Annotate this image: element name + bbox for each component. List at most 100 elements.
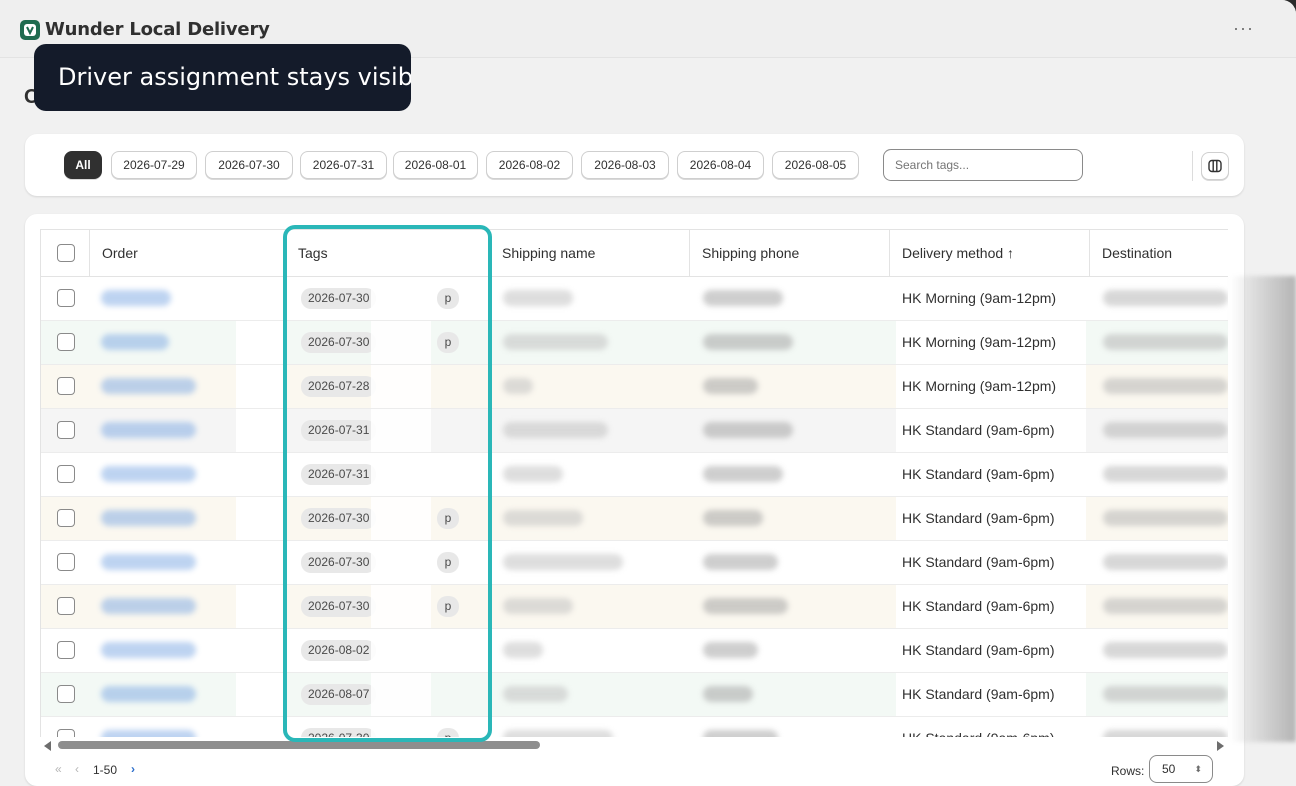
search-tags-input[interactable] (883, 149, 1083, 181)
table-header: Order Tags Shipping name Shipping phone … (41, 230, 1228, 277)
shipping-phone-redacted (703, 554, 778, 570)
row-checkbox[interactable] (57, 685, 75, 703)
app-title: Wunder Local Delivery (45, 19, 270, 40)
shipping-name-redacted (503, 334, 608, 350)
row-checkbox[interactable] (57, 509, 75, 527)
shipping-name-redacted (503, 686, 568, 702)
shipping-name-redacted (503, 642, 543, 658)
shipping-name-redacted (503, 378, 533, 394)
destination-redacted (1103, 730, 1228, 737)
delivery-method: HK Standard (9am-6pm) (896, 629, 1086, 672)
redaction-mask (236, 453, 286, 496)
more-actions-icon[interactable]: ··· (1233, 18, 1254, 39)
column-header-shipping-name[interactable]: Shipping name (490, 230, 690, 277)
delivery-method: HK Standard (9am-6pm) (896, 585, 1086, 628)
order-link-redacted[interactable] (101, 686, 196, 702)
order-link-redacted[interactable] (101, 730, 196, 737)
tags-column-highlight (283, 225, 492, 742)
scroll-shadow (1230, 276, 1296, 742)
scroll-thumb[interactable] (58, 741, 540, 749)
filter-chip-date[interactable]: 2026-08-05 (772, 151, 859, 179)
next-page-icon[interactable]: › (131, 762, 135, 776)
select-all-checkbox[interactable] (57, 244, 75, 262)
redaction-mask (236, 673, 286, 716)
prev-page-icon[interactable]: ‹ (75, 762, 79, 776)
tooltip: Driver assignment stays visible (34, 44, 411, 111)
delivery-method: HK Standard (9am-6pm) (896, 541, 1086, 584)
filter-chip-date[interactable]: 2026-08-02 (486, 151, 573, 179)
shipping-name-redacted (503, 554, 623, 570)
order-link-redacted[interactable] (101, 334, 169, 350)
table-row[interactable]: 2026-07-30 p HK Morning (9am-12pm) (41, 277, 1228, 321)
table-row[interactable]: 2026-08-07 HK Standard (9am-6pm) (41, 673, 1228, 717)
table-row[interactable]: 2026-07-31 HK Standard (9am-6pm) (41, 409, 1228, 453)
destination-redacted (1103, 686, 1228, 702)
first-page-icon[interactable]: « (55, 762, 62, 776)
row-checkbox[interactable] (57, 641, 75, 659)
column-header-delivery-method[interactable]: Delivery method ↑ (890, 230, 1090, 277)
row-checkbox[interactable] (57, 421, 75, 439)
column-header-shipping-phone[interactable]: Shipping phone (690, 230, 890, 277)
redaction-mask (236, 541, 286, 584)
filter-chip-date[interactable]: 2026-07-30 (205, 151, 293, 179)
redaction-mask (236, 717, 286, 737)
order-link-redacted[interactable] (101, 510, 196, 526)
shipping-phone-redacted (703, 730, 778, 737)
table-row[interactable]: 2026-07-30pHK Standard (9am-6pm) (41, 497, 1228, 541)
order-link-redacted[interactable] (101, 598, 196, 614)
rows-per-page-value: 50 (1162, 762, 1176, 776)
order-link-redacted[interactable] (101, 554, 196, 570)
scroll-left-icon[interactable] (44, 741, 51, 751)
column-header-destination[interactable]: Destination (1090, 230, 1228, 277)
row-checkbox[interactable] (57, 289, 75, 307)
shipping-phone-redacted (703, 378, 758, 394)
row-checkbox[interactable] (57, 729, 75, 737)
shipping-name-redacted (503, 730, 613, 737)
columns-icon[interactable] (1201, 152, 1229, 180)
order-link-redacted[interactable] (101, 466, 196, 482)
column-header-order[interactable]: Order (90, 230, 286, 277)
destination-redacted (1103, 422, 1228, 438)
shipping-phone-redacted (703, 510, 763, 526)
filter-chip-date[interactable]: 2026-08-04 (677, 151, 764, 179)
order-link-redacted[interactable] (101, 642, 196, 658)
filter-chip-date[interactable]: 2026-08-03 (581, 151, 669, 179)
order-link-redacted[interactable] (101, 378, 196, 394)
shipping-name-redacted (503, 466, 563, 482)
redaction-mask (236, 585, 286, 628)
scroll-right-icon[interactable] (1217, 741, 1224, 751)
table-row[interactable]: 2026-07-28 HK Morning (9am-12pm) (41, 365, 1228, 409)
row-checkbox[interactable] (57, 465, 75, 483)
table-row[interactable]: 2026-07-31 HK Standard (9am-6pm) (41, 453, 1228, 497)
filter-chip-date[interactable]: 2026-07-29 (111, 151, 197, 179)
order-link-redacted[interactable] (101, 290, 171, 306)
table-row[interactable]: 2026-07-30pHK Standard (9am-6pm) (41, 717, 1228, 737)
table-row[interactable]: 2026-07-30 p HK Morning (9am-12pm) (41, 321, 1228, 365)
horizontal-scrollbar[interactable] (40, 739, 1228, 751)
divider (1192, 151, 1193, 181)
rows-per-page-select[interactable]: 50 ⬍ (1149, 755, 1213, 783)
row-checkbox[interactable] (57, 333, 75, 351)
filter-chip-date[interactable]: 2026-08-01 (393, 151, 478, 179)
redaction-mask (236, 365, 286, 408)
row-checkbox[interactable] (57, 377, 75, 395)
delivery-method: HK Standard (9am-6pm) (896, 409, 1086, 452)
destination-redacted (1103, 642, 1228, 658)
order-link-redacted[interactable] (101, 422, 196, 438)
row-checkbox[interactable] (57, 553, 75, 571)
destination-redacted (1103, 598, 1228, 614)
delivery-method: HK Morning (9am-12pm) (896, 365, 1086, 408)
shipping-name-redacted (503, 290, 573, 306)
redaction-mask (236, 321, 286, 364)
app-window: Wunder Local Delivery ··· O Driver assig… (0, 0, 1296, 786)
table-row[interactable]: 2026-07-30pHK Standard (9am-6pm) (41, 541, 1228, 585)
filter-chip-all[interactable]: All (64, 151, 102, 179)
shipping-name-redacted (503, 598, 573, 614)
filter-chip-date[interactable]: 2026-07-31 (300, 151, 387, 179)
shipping-phone-redacted (703, 290, 783, 306)
table-row[interactable]: 2026-07-30pHK Standard (9am-6pm) (41, 585, 1228, 629)
shipping-phone-redacted (703, 686, 753, 702)
row-checkbox[interactable] (57, 597, 75, 615)
delivery-method: HK Standard (9am-6pm) (896, 453, 1086, 496)
table-row[interactable]: 2026-08-02 HK Standard (9am-6pm) (41, 629, 1228, 673)
